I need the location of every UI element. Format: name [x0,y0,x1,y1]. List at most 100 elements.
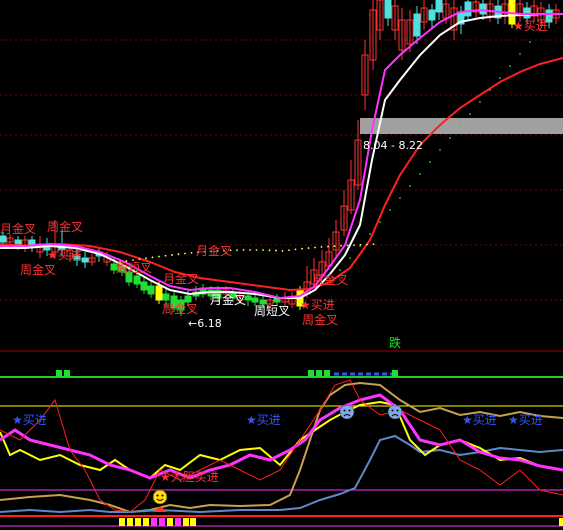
trend-dot [519,53,521,55]
sad-face-icon [387,404,403,420]
trend-dot [549,17,551,19]
trend-dot [429,161,431,163]
signal-square [316,370,322,377]
trend-dot [379,221,381,223]
annotations: 8.04 - 8.22 ←6.18 月金叉 周金叉周金叉★买进周短叉月金叉月金叉周… [0,19,548,330]
face-eye [343,409,346,412]
signal-label: 周金叉 [162,301,198,316]
bottom-square [167,518,173,526]
candles [0,0,560,316]
trend-dot [346,244,349,247]
trend-dot [369,233,371,235]
trend-dot [314,246,316,249]
bottom-square [159,518,165,526]
candle-body [479,3,487,15]
buy-label: ★买进 [508,413,543,427]
trend-dot [372,243,375,246]
trend-dot [171,254,173,256]
bottom-square [143,518,149,526]
bottom-square [127,518,133,526]
candle-body [14,239,22,245]
candle-body [413,13,421,37]
bottom-square [151,518,157,526]
moving-averages [0,8,563,300]
smiley-face-icon [152,489,168,505]
signal-label: 月金叉 [163,271,199,286]
trend-dot [459,125,461,127]
trend-dot [255,249,258,251]
bottom-square [119,518,125,526]
trend-dot [301,247,303,250]
trend-dot [294,248,297,251]
signal-label: 周短叉 [116,261,152,275]
signal-square [64,370,70,377]
trend-dot [419,173,421,175]
bottom-square [559,518,563,526]
candle-body [0,235,7,243]
sad-face-icon [339,404,355,420]
signal-square [392,370,398,377]
trend-dot [177,253,180,256]
trend-dot [366,243,368,246]
ma-red [0,57,563,292]
candle-body [155,285,163,301]
signal-label: ★买进 [47,248,82,262]
candle-body [428,9,436,21]
trend-dot [339,269,341,271]
trend-dot [164,254,167,257]
indicator-panel: ★买进 ★买进 ★买进 ★买进 ★大胆买进 [0,370,563,527]
signal-label: ★买进 [300,298,335,312]
trend-dot [262,249,264,252]
trend-dot [236,249,238,252]
trend-dot [489,89,491,91]
signal-label: 周金叉 [302,312,338,327]
trend-dot [288,249,290,252]
signal-label: 周短叉 [254,304,290,318]
ma-white [0,13,563,299]
signal-label: 月金叉 [0,221,36,236]
trend-dot [349,257,351,259]
buy-label: ★买进 [246,413,281,427]
low-label: ←6.18 [188,317,222,330]
trend-dot [275,249,277,252]
bottom-square [175,518,181,526]
signal-label: 月金叉 [210,292,246,307]
bottom-square [190,518,196,526]
trend-dot [529,41,531,43]
face-eye [348,409,351,412]
trend-dot [469,113,471,115]
trend-dot [479,101,481,103]
trend-dot [409,185,411,187]
trend-dot [320,246,323,248]
trend-dot [389,209,391,211]
trend-dot [281,250,284,252]
range-label: 8.04 - 8.22 [363,139,423,152]
candle-body [140,281,148,291]
price-range-band [360,118,563,134]
face-eye [396,409,399,412]
candle-body [251,297,259,303]
trend-dot [399,197,401,199]
trend-dot [138,258,141,261]
trend-dot [340,244,342,247]
trend-dot [158,255,160,258]
trend-dot [449,137,451,139]
signal-label: 周金叉 [47,219,83,234]
signal-label: ★买进 [513,19,548,33]
trend-dot [353,244,355,246]
trend-dot [307,247,310,249]
candle-body [81,257,89,263]
trend-dot [333,245,336,248]
signal-label: 周金叉 [20,262,56,277]
candle-body [133,275,141,285]
candle-body [162,293,170,301]
stock-chart[interactable]: 8.04 - 8.22 ←6.18 月金叉 周金叉 周金叉 ★买进 周短叉 月金叉 月金叉周… [0,0,563,530]
indicator-red [0,379,563,513]
candle-body [435,0,443,13]
trend-dot [499,77,501,79]
trend-dot [268,249,271,252]
face-eye [156,494,159,497]
trend-dot [439,149,441,151]
signal-square [308,370,314,377]
trend-dot [327,245,329,248]
